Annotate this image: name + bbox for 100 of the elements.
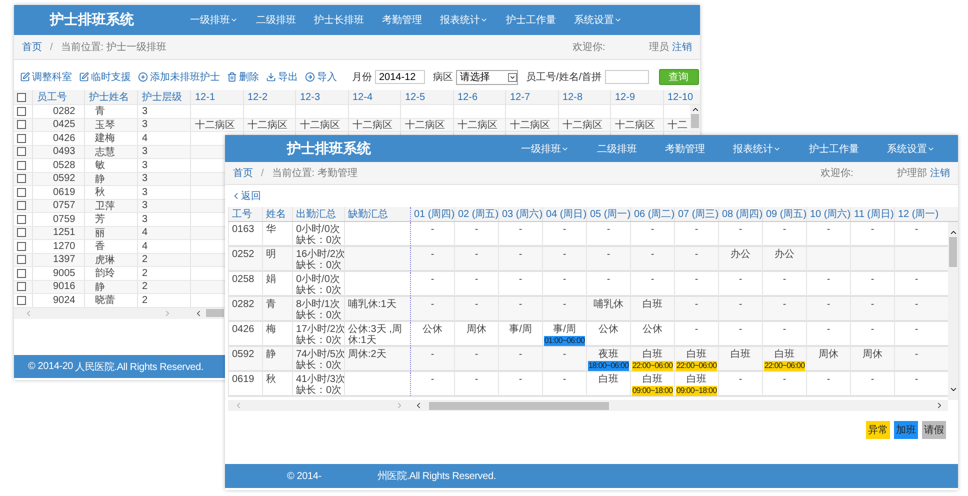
nav-link[interactable]: 考勤管理: [382, 13, 422, 27]
nav-link[interactable]: 护士工作量: [809, 142, 859, 156]
column-header: 12-8: [558, 90, 610, 104]
nav-link[interactable]: 一级排班: [521, 142, 569, 156]
nav-link[interactable]: 护士工作量: [506, 13, 556, 27]
table-cell: 9016: [32, 280, 84, 293]
checkbox[interactable]: [17, 296, 26, 305]
table-cell: -: [914, 374, 918, 385]
checkbox[interactable]: [17, 92, 26, 102]
table-cell: -: [870, 274, 874, 285]
table-cell: -: [430, 274, 434, 285]
toolbar-button[interactable]: 临时支援: [79, 70, 131, 84]
table-cell: -: [430, 224, 434, 235]
table-cell: 0619: [32, 186, 84, 198]
nav-link[interactable]: 考勤管理: [665, 142, 705, 156]
nav-link[interactable]: 系统设置: [887, 142, 935, 156]
table-cell: 静: [84, 280, 137, 293]
checkbox[interactable]: [17, 282, 26, 292]
table-cell: -: [650, 274, 654, 285]
checkbox[interactable]: [17, 242, 26, 251]
checkbox[interactable]: [17, 160, 26, 170]
column-header: 护士姓名: [84, 90, 137, 104]
table-cell: -: [562, 224, 566, 235]
column-header: 09 (周五): [762, 207, 806, 221]
checkbox[interactable]: [17, 174, 26, 184]
checkbox[interactable]: [17, 255, 26, 264]
chevron-left-icon[interactable]: [194, 308, 203, 318]
month-field[interactable]: 2014-12: [375, 70, 425, 84]
checkbox[interactable]: [17, 106, 26, 116]
table-cell: -: [650, 249, 654, 260]
table-cell: 缺长：0次: [296, 260, 342, 271]
logout-link[interactable]: 注销: [930, 166, 950, 180]
time-tag: 01:00~06:00: [544, 336, 585, 346]
table-cell: 哺乳休: [594, 299, 624, 310]
chevron-left-icon[interactable]: [414, 401, 423, 410]
table-cell: 志慧: [84, 146, 137, 158]
table-cell: 0425: [32, 118, 84, 131]
home-link[interactable]: 首页: [22, 40, 42, 54]
caret-icon: [614, 16, 622, 24]
checkbox[interactable]: [17, 268, 26, 278]
column-header: 12-9: [610, 90, 662, 104]
table-cell: 秋: [84, 186, 137, 198]
logout-link[interactable]: 注销: [672, 40, 692, 54]
toolbar-button[interactable]: 删除: [227, 70, 259, 84]
search-button[interactable]: 查询: [658, 69, 699, 85]
ward-select[interactable]: 请选择: [456, 70, 518, 84]
table-cell-text: 公休:3天 ,周休:1天: [348, 324, 403, 346]
column-header: 03 (周六): [498, 207, 542, 221]
toolbar-button[interactable]: 添加未排班护士: [138, 70, 220, 84]
nav-link[interactable]: 报表统计: [733, 142, 781, 156]
table-cell: -: [870, 224, 874, 235]
chevron-right-icon[interactable]: [935, 401, 944, 410]
chevron-up-icon[interactable]: [690, 105, 700, 114]
checkbox[interactable]: [17, 147, 26, 156]
scroll-thumb[interactable]: [429, 402, 609, 410]
table-cell: -: [826, 299, 830, 310]
toolbar-button[interactable]: 调整科室: [20, 70, 72, 84]
table-cell: -: [474, 224, 478, 235]
chevron-down-icon[interactable]: [948, 385, 958, 394]
checkbox[interactable]: [17, 134, 26, 143]
scrollbar[interactable]: [190, 308, 224, 318]
scroll-thumb[interactable]: [691, 114, 699, 128]
table-cell: 周休:2天: [348, 349, 386, 360]
scrollbar[interactable]: [948, 222, 958, 400]
checkbox[interactable]: [17, 201, 26, 210]
nav-link[interactable]: 二级排班: [256, 13, 296, 27]
home-link[interactable]: 首页: [233, 166, 253, 180]
table-cell: -: [606, 249, 610, 260]
nav-link[interactable]: 二级排班: [597, 142, 637, 156]
table-cell: -: [738, 224, 742, 235]
checkbox[interactable]: [17, 228, 26, 238]
table-cell: 白班: [686, 349, 706, 360]
table-cell: -: [562, 349, 566, 360]
toolbar-button[interactable]: 导出: [266, 70, 298, 84]
checkbox[interactable]: [17, 214, 26, 224]
nav-link[interactable]: 报表统计: [440, 13, 488, 27]
table-cell: -: [738, 374, 742, 385]
table-cell: -: [474, 299, 478, 310]
nav-link[interactable]: 一级排班: [190, 13, 238, 27]
search-field[interactable]: [604, 70, 649, 84]
scrollbar[interactable]: [410, 400, 948, 411]
download-icon: [266, 72, 276, 82]
back-link[interactable]: 返回: [225, 185, 958, 207]
toolbar-button[interactable]: 导入: [305, 70, 337, 84]
table-cell: -: [870, 299, 874, 310]
table-cell: 缺长：0次: [296, 335, 342, 346]
nav-link[interactable]: 护士长排班: [314, 13, 364, 27]
scroll-thumb[interactable]: [206, 309, 224, 317]
time-tag: 09:00~18:00: [676, 386, 717, 396]
table-cell: -: [826, 274, 830, 285]
chevron-up-icon[interactable]: [948, 228, 958, 237]
nav-link[interactable]: 系统设置: [574, 13, 622, 27]
checkbox[interactable]: [17, 188, 26, 197]
scrollbar[interactable]: [690, 105, 700, 133]
checkbox[interactable]: [17, 120, 26, 130]
month-label: 月份: [352, 71, 372, 84]
column-header: 10 (周六): [806, 207, 850, 221]
table-cell: 缺长：0次: [296, 360, 342, 371]
column-header: 12-5: [400, 90, 452, 104]
scroll-thumb[interactable]: [949, 237, 957, 267]
